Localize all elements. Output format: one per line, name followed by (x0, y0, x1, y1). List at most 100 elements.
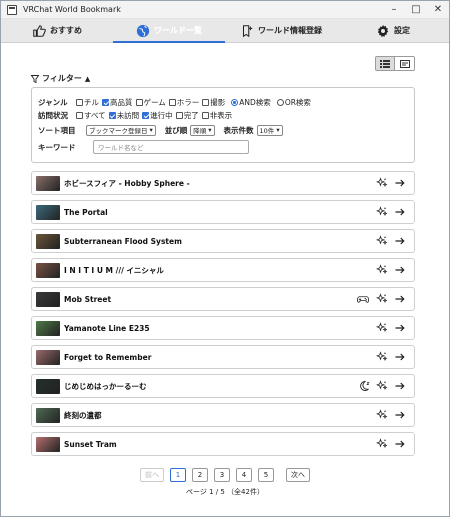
tab-world-register[interactable]: ワールド情報登録 (225, 19, 337, 42)
list-view-button[interactable] (375, 56, 395, 71)
sparkle-icon (376, 438, 388, 448)
minimize-button[interactable]: – (383, 1, 405, 19)
world-row-icons (376, 351, 406, 363)
pagination: 前へ 1 2 3 4 5 次へ (1, 468, 449, 482)
visit-option[interactable]: すべて (76, 110, 106, 121)
sort-select[interactable]: ブックマーク登録日 ▾ (86, 124, 156, 136)
genre-option[interactable]: 撮影 (202, 97, 225, 108)
world-row[interactable]: Forget to Remember (31, 345, 415, 369)
world-name: ホビースフィア - Hobby Sphere - (64, 178, 190, 188)
checkbox[interactable] (76, 99, 83, 106)
genre-option[interactable]: 高品質 (102, 97, 133, 108)
world-thumbnail (36, 204, 60, 220)
option-label: チル (84, 98, 99, 107)
world-row-icons (376, 206, 406, 218)
option-label: すべて (84, 111, 106, 120)
world-row[interactable]: Yamanote Line E235 (31, 316, 415, 340)
world-thumbnail (36, 320, 60, 336)
sparkle-icon (376, 235, 388, 245)
select-value: ブックマーク登録日 (89, 127, 148, 135)
world-row[interactable]: Sunset Tram (31, 432, 415, 456)
sparkle-icon (376, 206, 388, 216)
visit-option[interactable]: 進行中 (142, 110, 173, 121)
world-row[interactable]: Subterranean Flood System (31, 229, 415, 253)
maximize-button[interactable]: □ (405, 1, 427, 19)
count-label: 表示件数 (223, 125, 254, 135)
checkbox[interactable] (175, 112, 183, 119)
sparkle-icon (376, 293, 388, 303)
tab-recommend[interactable]: おすすめ (1, 19, 113, 42)
page-button[interactable]: 4 (236, 468, 252, 482)
option-label: 完了 (183, 111, 199, 120)
page-button[interactable]: 2 (192, 468, 208, 482)
visit-option[interactable]: 完了 (175, 110, 199, 121)
checkbox[interactable] (76, 112, 83, 119)
card-view-button[interactable] (395, 56, 415, 71)
tab-label: ワールド情報登録 (258, 26, 322, 35)
checkbox[interactable] (202, 99, 210, 106)
keyword-row: キーワード ワールド名など (38, 138, 408, 156)
world-row[interactable]: The Portal (31, 200, 415, 224)
arrow-right-icon[interactable] (394, 293, 406, 305)
genre-option[interactable]: ホラー (168, 97, 199, 108)
page-button[interactable]: 1 (170, 468, 186, 482)
world-row[interactable]: じめじめはっかーるーむ (31, 374, 415, 398)
world-row[interactable]: Mob Street (31, 287, 415, 311)
globe-icon (136, 24, 150, 37)
app-icon (7, 4, 17, 15)
order-select[interactable]: 降順 ▾ (190, 124, 215, 136)
world-row-icons (358, 380, 406, 392)
checkbox[interactable] (102, 99, 109, 106)
tab-label: ワールド一覧 (154, 26, 202, 35)
card-view-icon (399, 59, 410, 68)
title-bar: VRChat World Bookmark – □ ✕ (1, 1, 449, 19)
tab-world-list[interactable]: ワールド一覧 (113, 19, 225, 43)
world-row-icons (376, 322, 406, 334)
visit-option[interactable]: 非表示 (201, 110, 232, 121)
filter-toggle[interactable]: フィルター ▲ (31, 73, 90, 84)
radio[interactable] (276, 99, 284, 106)
page-button[interactable]: 5 (258, 468, 274, 482)
world-row[interactable]: ホビースフィア - Hobby Sphere - (31, 171, 415, 195)
next-page-button[interactable]: 次へ (286, 468, 310, 482)
genre-option[interactable]: ゲーム (135, 97, 166, 108)
moon-icon (360, 381, 370, 391)
world-row-icons (376, 438, 406, 450)
world-row-icons (376, 177, 406, 189)
tab-settings[interactable]: 設定 (337, 19, 449, 42)
or-search-radio[interactable]: OR検索 (276, 97, 311, 108)
checkbox[interactable] (135, 99, 143, 106)
world-name: Forget to Remember (64, 352, 152, 362)
arrow-right-icon[interactable] (394, 177, 406, 189)
arrow-right-icon[interactable] (394, 206, 406, 218)
arrow-right-icon[interactable] (394, 351, 406, 363)
keyword-input[interactable]: ワールド名など (93, 140, 249, 154)
world-name: 終刻の遺都 (64, 410, 102, 420)
count-select[interactable]: 10件 ▾ (256, 124, 283, 136)
arrow-right-icon[interactable] (394, 322, 406, 334)
checkbox[interactable] (168, 99, 176, 106)
visit-option[interactable]: 未訪問 (108, 110, 139, 121)
page-button[interactable]: 3 (214, 468, 230, 482)
arrow-right-icon[interactable] (394, 264, 406, 276)
select-value: 10件 (259, 127, 275, 135)
list-view-icon (380, 59, 390, 68)
close-button[interactable]: ✕ (427, 1, 449, 19)
keyword-label: キーワード (38, 142, 76, 152)
radio[interactable] (231, 99, 239, 106)
checkbox[interactable] (108, 112, 116, 119)
prev-page-button[interactable]: 前へ (140, 468, 164, 482)
world-thumbnail (36, 407, 60, 423)
checkbox[interactable] (201, 112, 209, 119)
arrow-right-icon[interactable] (394, 235, 406, 247)
tab-label: おすすめ (50, 26, 82, 35)
world-row[interactable]: 終刻の遺都 (31, 403, 415, 427)
arrow-right-icon[interactable] (394, 409, 406, 421)
arrow-right-icon[interactable] (394, 438, 406, 450)
genre-option[interactable]: チル (76, 97, 99, 108)
arrow-right-icon[interactable] (394, 380, 406, 392)
chevron-up-icon: ▲ (84, 74, 91, 83)
world-row[interactable]: I N I T I U M /// イニシャル (31, 258, 415, 282)
checkbox[interactable] (142, 112, 150, 119)
and-search-radio[interactable]: AND検索 (231, 97, 271, 108)
